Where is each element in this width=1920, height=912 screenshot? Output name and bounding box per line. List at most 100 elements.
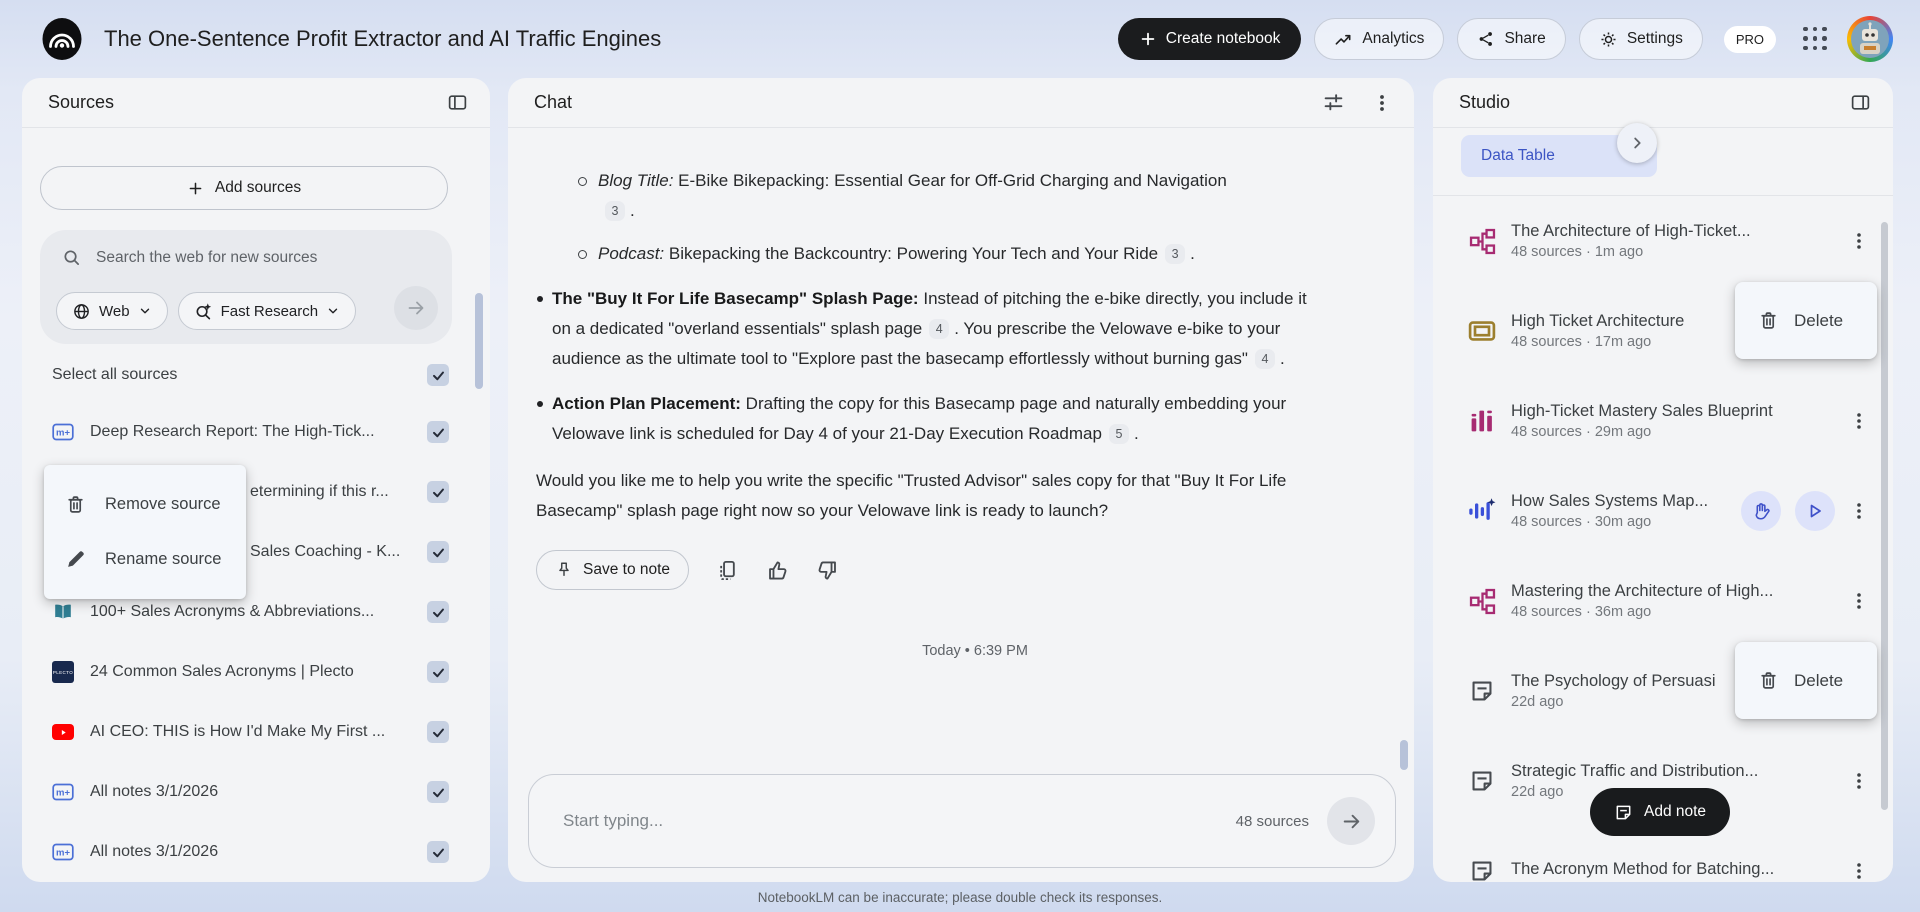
web-filter-dropdown[interactable]: Web <box>56 292 168 330</box>
flowchart-icon <box>1467 226 1497 256</box>
note-icon <box>1614 803 1633 822</box>
analytics-button[interactable]: Analytics <box>1314 18 1445 60</box>
create-notebook-button[interactable]: Create notebook <box>1117 18 1302 60</box>
studio-item[interactable]: The Architecture of High-Ticket... 48 sou… <box>1433 196 1893 286</box>
source-checkbox[interactable] <box>427 481 449 503</box>
more-options-icon[interactable] <box>1849 231 1869 251</box>
settings-button[interactable]: Settings <box>1578 18 1703 60</box>
sparkle-search-icon <box>194 302 213 321</box>
more-options-icon[interactable] <box>1849 591 1869 611</box>
more-options-icon[interactable] <box>1372 93 1392 113</box>
chat-timestamp: Today • 6:39 PM <box>922 643 1028 659</box>
studio-scrollbar[interactable] <box>1881 222 1888 810</box>
notebook-title[interactable]: The One-Sentence Profit Extractor and AI… <box>104 26 661 52</box>
citation-badge[interactable]: 5 <box>1108 424 1129 444</box>
sources-panel: Sources Add sources Search the web for n… <box>22 78 490 882</box>
interactive-mode-icon[interactable] <box>1741 491 1781 531</box>
plus-icon <box>1139 30 1157 48</box>
studio-item[interactable]: Mastering the Architecture of High... 48 … <box>1433 556 1893 646</box>
chevron-down-icon <box>326 304 340 318</box>
citation-badge[interactable]: 4 <box>929 319 950 339</box>
waveform-icon <box>1467 496 1497 526</box>
share-button[interactable]: Share <box>1457 18 1566 60</box>
trash-icon <box>1758 670 1779 691</box>
pin-icon <box>555 561 573 579</box>
delete-menu-item[interactable]: Delete <box>1735 282 1877 359</box>
markdown-doc-icon: m+ <box>52 781 74 803</box>
add-note-button[interactable]: Add note <box>1590 788 1731 836</box>
studio-item[interactable]: How Sales Systems Map... 48 sources · 30m… <box>1433 466 1893 556</box>
chevron-down-icon <box>138 304 152 318</box>
delete-menu-item[interactable]: Delete <box>1735 642 1877 719</box>
collapse-panel-icon[interactable] <box>1850 92 1871 113</box>
flowchart-icon <box>1467 586 1497 616</box>
more-options-icon[interactable] <box>1849 501 1869 521</box>
thumbs-up-icon[interactable] <box>766 559 789 582</box>
plecto-favicon: PLECTO <box>52 661 74 683</box>
remove-source-menu-item[interactable]: Remove source <box>44 477 246 532</box>
send-button[interactable] <box>1327 797 1375 845</box>
source-checkbox[interactable] <box>427 541 449 563</box>
select-all-label: Select all sources <box>52 366 178 383</box>
apps-grid-icon[interactable] <box>1803 26 1828 52</box>
source-row[interactable]: AI CEO: THIS is How I'd Make My First ..… <box>22 702 490 762</box>
citation-badge[interactable]: 4 <box>1254 349 1275 369</box>
chat-message: Blog Title: E-Bike Bikepacking: Essentia… <box>508 128 1414 666</box>
source-checkbox[interactable] <box>427 721 449 743</box>
source-checkbox[interactable] <box>427 421 449 443</box>
rename-source-menu-item[interactable]: Rename source <box>44 532 246 587</box>
chat-input-placeholder: Start typing... <box>563 811 664 830</box>
globe-icon <box>72 302 91 321</box>
avatar[interactable] <box>1847 16 1893 62</box>
notebooklm-logo[interactable] <box>40 17 84 61</box>
more-options-icon[interactable] <box>1849 771 1869 791</box>
search-icon <box>62 248 81 267</box>
add-sources-button[interactable]: Add sources <box>40 166 448 210</box>
collapse-panel-icon[interactable] <box>447 92 468 113</box>
chat-sub-bullet: Blog Title: E-Bike Bikepacking: Essentia… <box>578 166 1246 226</box>
search-submit-button[interactable] <box>394 286 438 330</box>
copy-icon[interactable] <box>716 559 739 582</box>
chat-scrollbar[interactable] <box>1400 740 1408 770</box>
search-input[interactable]: Search the web for new sources <box>40 230 452 267</box>
share-icon <box>1477 30 1495 48</box>
play-icon[interactable] <box>1795 491 1835 531</box>
more-options-icon[interactable] <box>1849 861 1869 881</box>
source-count-label: 48 sources <box>1235 812 1309 830</box>
select-all-checkbox[interactable] <box>427 364 449 386</box>
chip-scroll-right-button[interactable] <box>1617 123 1657 163</box>
note-icon <box>1467 676 1497 706</box>
citation-badge[interactable]: 3 <box>605 201 625 221</box>
source-checkbox[interactable] <box>427 601 449 623</box>
svg-text:m+: m+ <box>56 848 70 859</box>
research-mode-dropdown[interactable]: Fast Research <box>177 292 357 330</box>
source-row[interactable]: m+ Deep Research Report: The High-Tick..… <box>22 402 490 462</box>
source-row[interactable]: m+ All notes 3/1/2026 <box>22 822 490 882</box>
save-to-note-button[interactable]: Save to note <box>536 550 690 590</box>
source-checkbox[interactable] <box>427 661 449 683</box>
trending-up-icon <box>1334 30 1353 49</box>
chat-bullet: The "Buy It For Life Basecamp" Splash Pa… <box>537 284 1330 374</box>
barchart-icon <box>1467 406 1497 436</box>
gear-icon <box>1599 30 1618 49</box>
source-row[interactable]: PLECTO 24 Common Sales Acronyms | Plecto <box>22 642 490 702</box>
sources-panel-title: Sources <box>48 92 115 112</box>
disclaimer-text: NotebookLM can be inaccurate; please dou… <box>757 890 1163 905</box>
pro-badge: PRO <box>1723 25 1776 53</box>
thumbs-down-icon[interactable] <box>816 559 839 582</box>
chat-input[interactable]: Start typing... 48 sources <box>528 774 1396 868</box>
note-icon <box>1467 766 1497 796</box>
plus-icon <box>187 180 204 197</box>
source-context-menu: Remove source Rename source <box>44 465 246 599</box>
source-checkbox[interactable] <box>427 781 449 803</box>
studio-item[interactable]: High-Ticket Mastery Sales Blueprint 48 so… <box>1433 376 1893 466</box>
tune-icon[interactable] <box>1323 92 1344 113</box>
source-checkbox[interactable] <box>427 841 449 863</box>
source-row[interactable]: m+ All notes 3/1/2026 <box>22 762 490 822</box>
frame-icon <box>1467 316 1497 346</box>
markdown-doc-icon: m+ <box>52 841 74 863</box>
note-icon <box>1467 856 1497 882</box>
more-options-icon[interactable] <box>1849 411 1869 431</box>
citation-badge[interactable]: 3 <box>1165 244 1186 264</box>
sources-scrollbar[interactable] <box>475 293 483 389</box>
